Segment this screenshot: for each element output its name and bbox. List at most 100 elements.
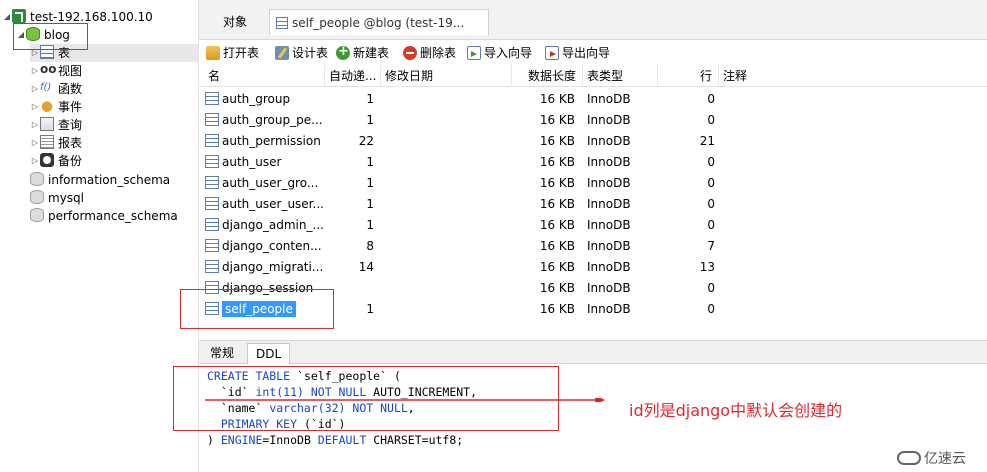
- cell-modified: [382, 89, 512, 110]
- table-icon: [205, 134, 219, 147]
- ddl-text: `id`: [207, 385, 256, 399]
- table-row[interactable]: django_session 16 KB InnoDB 0: [199, 278, 987, 299]
- table-row[interactable]: auth_group_pe... 1 16 KB InnoDB 0: [199, 110, 987, 131]
- cell-auto-inc: 1: [366, 113, 374, 127]
- expand-arrow-icon[interactable]: ▷: [30, 152, 40, 170]
- col-header-rows[interactable]: 行: [659, 65, 719, 87]
- ddl-type: int(11): [255, 385, 304, 399]
- import-icon: [467, 46, 481, 60]
- expand-arrow-icon[interactable]: ▷: [30, 98, 40, 116]
- table-name: django_admin_...: [222, 218, 324, 232]
- tree-folder-functions[interactable]: ▷ 函数: [30, 79, 82, 98]
- import-wizard-button[interactable]: 导入向导: [467, 44, 532, 62]
- connection-icon: [12, 9, 26, 23]
- open-table-button[interactable]: 打开表: [206, 44, 259, 62]
- cell-data-len: 16 KB: [539, 134, 575, 148]
- ddl-text: AUTO_INCREMENT,: [366, 385, 478, 399]
- tree-db-blog[interactable]: ◢ blog: [16, 26, 70, 44]
- col-header-name[interactable]: 名: [205, 65, 325, 87]
- new-table-label: 新建表: [353, 46, 390, 60]
- cell-engine: InnoDB: [587, 134, 631, 148]
- cell-data-len: 16 KB: [539, 155, 575, 169]
- folder-label: 表: [58, 46, 71, 60]
- ddl-keyword: NOT NULL: [345, 401, 408, 415]
- col-header-auto-increment[interactable]: 自动递...: [326, 65, 381, 87]
- collapse-arrow-icon[interactable]: ◢: [16, 26, 26, 44]
- collapse-arrow-icon[interactable]: ◢: [2, 8, 12, 26]
- table-name: self_people: [222, 301, 296, 317]
- tab-bar: 对象 self_people @blog (test-19...: [199, 0, 987, 40]
- cell-rows: 0: [707, 176, 715, 190]
- database-label: information_schema: [48, 173, 171, 187]
- col-header-engine[interactable]: 表类型: [584, 65, 658, 87]
- folder-label: 事件: [58, 100, 83, 114]
- export-icon: [545, 46, 559, 60]
- cell-name: auth_permission: [205, 131, 325, 152]
- backup-icon: [40, 153, 54, 167]
- database-label: mysql: [48, 191, 84, 205]
- cell-name: self_people: [205, 299, 325, 320]
- watermark: 亿速云: [897, 449, 966, 469]
- cell-auto-inc: 22: [358, 134, 374, 148]
- cell-engine: InnoDB: [587, 155, 631, 169]
- table-row[interactable]: django_admin_... 1 16 KB InnoDB 0: [199, 215, 987, 236]
- tab-ddl[interactable]: DDL: [247, 343, 291, 365]
- tree-folder-backups[interactable]: ▷ 备份: [30, 152, 82, 170]
- table-row[interactable]: auth_user 1 16 KB InnoDB 0: [199, 152, 987, 173]
- expand-arrow-icon[interactable]: ▷: [30, 80, 40, 98]
- connection-label: test-192.168.100.10: [30, 10, 153, 24]
- cell-name: auth_user_user...: [205, 194, 325, 215]
- cell-data-len: 16 KB: [539, 239, 575, 253]
- table-row[interactable]: auth_group 1 16 KB InnoDB 0: [199, 89, 987, 110]
- cell-name: auth_user: [205, 152, 325, 173]
- tab-general[interactable]: 常规: [202, 343, 242, 365]
- expand-arrow-icon[interactable]: ▷: [30, 62, 40, 80]
- cell-engine: InnoDB: [587, 176, 631, 190]
- table-name: django_session: [222, 281, 314, 295]
- tree-folder-reports[interactable]: ▷ 报表: [30, 134, 82, 152]
- cell-rows: 0: [707, 155, 715, 169]
- export-wizard-button[interactable]: 导出向导: [545, 44, 610, 62]
- cell-auto-inc: 8: [366, 239, 374, 253]
- cell-modified: [382, 194, 512, 215]
- cell-auto-inc: 14: [358, 260, 374, 274]
- new-table-button[interactable]: 新建表: [336, 43, 390, 62]
- table-row[interactable]: auth_permission 22 16 KB InnoDB 21: [199, 131, 987, 152]
- table-row[interactable]: auth_user_user... 1 16 KB InnoDB 0: [199, 194, 987, 215]
- col-header-comment[interactable]: 注释: [720, 65, 980, 87]
- table-row[interactable]: self_people 1 16 KB InnoDB 0: [199, 299, 987, 320]
- expand-arrow-icon[interactable]: ▷: [30, 44, 40, 62]
- table-row[interactable]: django_migrati... 14 16 KB InnoDB 13: [199, 257, 987, 278]
- ddl-text: ,: [407, 401, 415, 415]
- info-tab-bar: 常规 DDL: [199, 340, 987, 365]
- database-label: performance_schema: [48, 209, 178, 223]
- table-icon: [40, 45, 54, 59]
- folder-label: 备份: [58, 154, 83, 168]
- table-name: auth_user_user...: [222, 197, 324, 211]
- col-header-data-length[interactable]: 数据长度: [513, 65, 583, 87]
- design-table-button[interactable]: 设计表: [275, 44, 328, 62]
- expand-arrow-icon[interactable]: ▷: [30, 116, 40, 134]
- function-icon: [40, 79, 54, 97]
- tree-folder-events[interactable]: ▷ 事件: [30, 98, 82, 116]
- tab-self-people[interactable]: self_people @blog (test-19...: [269, 9, 489, 35]
- cell-data-len: 16 KB: [539, 113, 575, 127]
- tree-connection[interactable]: ◢ test-192.168.100.10: [2, 8, 153, 26]
- cell-modified: [382, 215, 512, 236]
- tree-folder-views[interactable]: ▷ 视图: [30, 60, 82, 80]
- col-header-modified[interactable]: 修改日期: [382, 65, 512, 87]
- tab-objects[interactable]: 对象: [209, 11, 261, 33]
- expand-arrow-icon[interactable]: ▷: [30, 134, 40, 152]
- cell-data-len: 16 KB: [539, 197, 575, 211]
- table-name: auth_user: [222, 155, 282, 169]
- tree-db-performance-schema[interactable]: performance_schema: [30, 207, 178, 225]
- tree-folder-queries[interactable]: ▷ 查询: [30, 116, 82, 134]
- cell-rows: 0: [707, 92, 715, 106]
- delete-table-button[interactable]: 删除表: [403, 44, 456, 62]
- tree-db-information-schema[interactable]: information_schema: [30, 171, 170, 189]
- table-row[interactable]: auth_user_gro... 1 16 KB InnoDB 0: [199, 173, 987, 194]
- cell-auto-inc: [326, 278, 374, 299]
- ddl-type: varchar(32): [269, 401, 346, 415]
- table-row[interactable]: django_conten... 8 16 KB InnoDB 7: [199, 236, 987, 257]
- tree-db-mysql[interactable]: mysql: [30, 189, 84, 207]
